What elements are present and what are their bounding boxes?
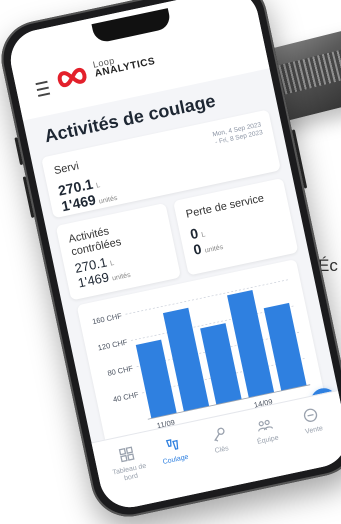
controlled-activities-card[interactable]: Activités contrôlées 270.1L 1'469unités (55, 202, 182, 301)
service-loss-card[interactable]: Perte de service 0L 0unités (173, 177, 299, 276)
sales-icon (304, 408, 318, 422)
loss-volume: 0 (188, 224, 200, 243)
dashboard-icon (118, 446, 135, 463)
gridline (125, 279, 288, 315)
y-tick-label: 160 CHF (91, 311, 123, 326)
bar-11/09[interactable] (135, 339, 177, 419)
date-range[interactable]: Mon, 4 Sep 2023 - Fri, 8 Sep 2023 (212, 121, 264, 148)
y-tick-label: 120 CHF (97, 337, 129, 352)
infinity-logo-icon (57, 67, 87, 88)
drinks-icon (165, 439, 179, 450)
bar-13/09[interactable] (200, 323, 242, 405)
y-tick-label: 40 CHF (112, 390, 140, 404)
logo-wordmark: Loop ANALYTICS (91, 55, 157, 80)
y-tick-label: 80 CHF (107, 364, 135, 378)
loss-units: 0 (191, 240, 203, 258)
key-icon (214, 427, 225, 442)
team-icon (258, 419, 274, 432)
menu-icon[interactable] (35, 80, 51, 97)
